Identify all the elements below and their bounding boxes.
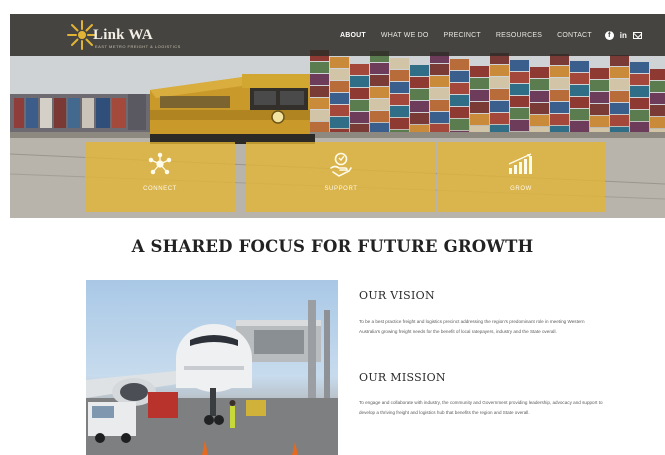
page-heading: A SHARED FOCUS FOR FUTURE GROWTH xyxy=(131,237,534,256)
email-icon[interactable] xyxy=(632,31,642,39)
vision-title: OUR VISION xyxy=(359,289,435,302)
social-links: f in xyxy=(604,30,642,40)
feature-support-label: SUPPORT xyxy=(324,186,358,192)
nav-precinct[interactable]: PRECINCT xyxy=(444,32,481,39)
feature-grow-label: GROW xyxy=(510,186,532,192)
linkedin-icon[interactable]: in xyxy=(620,31,627,40)
grow-icon xyxy=(508,153,532,174)
nav-about[interactable]: ABOUT xyxy=(340,32,366,39)
feature-support[interactable]: SUPPORT xyxy=(246,142,436,212)
top-navigation-bar: Link WA EAST METRO FREIGHT & LOGISTICS A… xyxy=(10,14,665,56)
mission-text: To engage and collaborate with industry,… xyxy=(359,400,603,415)
brand-tagline: EAST METRO FREIGHT & LOGISTICS xyxy=(95,44,181,49)
connect-icon xyxy=(148,152,172,175)
nav-what-we-do[interactable]: WHAT WE DO xyxy=(381,32,429,39)
feature-grow[interactable]: GROW xyxy=(437,142,605,212)
support-icon xyxy=(330,152,352,177)
vision-text: To be a best practice freight and logist… xyxy=(359,319,585,334)
nav-resources[interactable]: RESOURCES xyxy=(496,32,542,39)
nav-contact[interactable]: CONTACT xyxy=(557,32,592,39)
main-nav: ABOUT WHAT WE DO PRECINCT RESOURCES CONT… xyxy=(340,28,642,42)
hero-banner: Link WA EAST METRO FREIGHT & LOGISTICS A… xyxy=(10,14,665,218)
mission-title: OUR MISSION xyxy=(359,371,446,384)
feature-connect[interactable]: CONNECT xyxy=(85,142,235,212)
site-logo[interactable]: Link WA EAST METRO FREIGHT & LOGISTICS xyxy=(65,18,180,52)
brand-name: Link WA xyxy=(93,27,153,43)
airplane-at-gate-photo xyxy=(86,280,338,455)
feature-connect-label: CONNECT xyxy=(143,186,177,192)
facebook-icon[interactable]: f xyxy=(604,30,614,40)
